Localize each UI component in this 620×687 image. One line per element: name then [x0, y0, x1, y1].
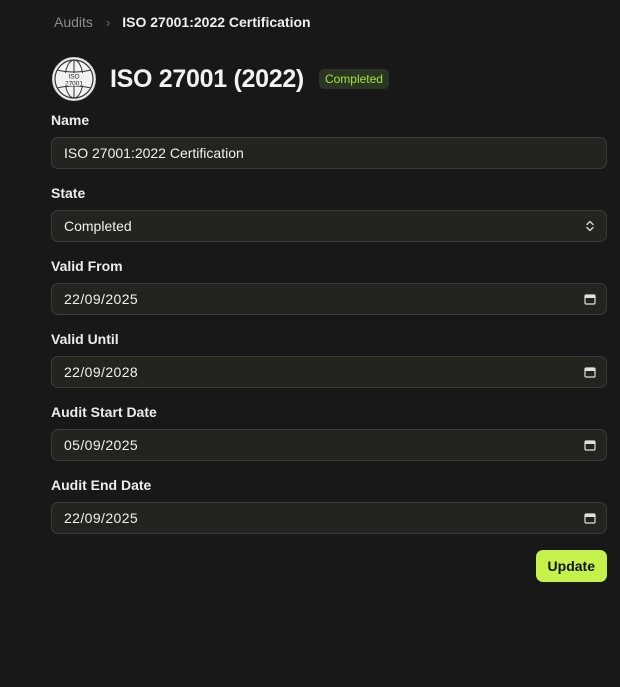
name-label: Name: [51, 112, 90, 128]
breadcrumb: Audits › ISO 27001:2022 Certification: [51, 12, 607, 32]
state-select-value: Completed: [64, 218, 132, 234]
audit-start-field-group: Audit Start Date 05/09/2025: [51, 404, 607, 461]
valid-until-field-group: Valid Until 22/09/2028: [51, 331, 607, 388]
chevron-up-down-icon: [583, 219, 597, 233]
audit-edit-page: Audits › ISO 27001:2022 Certification IS…: [0, 12, 620, 687]
valid-until-date-input[interactable]: 22/09/2028: [51, 356, 607, 388]
state-field-group: State Completed: [51, 185, 607, 242]
audit-end-label: Audit End Date: [51, 477, 152, 493]
chevron-right-icon: ›: [105, 14, 111, 30]
iso-globe-icon: ISO 27001: [52, 57, 96, 101]
valid-from-label: Valid From: [51, 258, 123, 274]
breadcrumb-current: ISO 27001:2022 Certification: [122, 14, 311, 30]
logo-line2: 27001: [65, 81, 83, 88]
audit-start-label: Audit Start Date: [51, 404, 157, 420]
calendar-icon[interactable]: [583, 511, 597, 525]
audit-start-value: 05/09/2025: [64, 437, 139, 453]
breadcrumb-link-audits[interactable]: Audits: [54, 14, 93, 30]
calendar-icon[interactable]: [583, 438, 597, 452]
audit-end-value: 22/09/2025: [64, 510, 139, 526]
state-label: State: [51, 185, 86, 201]
valid-from-field-group: Valid From 22/09/2025: [51, 258, 607, 315]
status-badge: Completed: [318, 69, 389, 89]
name-input-value: ISO 27001:2022 Certification: [64, 145, 244, 161]
page-header: ISO 27001 ISO 27001 (2022) Completed: [51, 55, 607, 103]
form-actions: Update: [51, 550, 607, 582]
audit-start-date-input[interactable]: 05/09/2025: [51, 429, 607, 461]
update-button[interactable]: Update: [535, 550, 607, 582]
valid-from-date-input[interactable]: 22/09/2025: [51, 283, 607, 315]
audit-end-field-group: Audit End Date 22/09/2025: [51, 477, 607, 534]
state-select[interactable]: Completed: [51, 210, 607, 242]
calendar-icon[interactable]: [583, 365, 597, 379]
logo-line1: ISO: [68, 74, 79, 81]
name-field-group: Name ISO 27001:2022 Certification: [51, 112, 607, 169]
page-title: ISO 27001 (2022): [110, 64, 304, 93]
audit-form: Name ISO 27001:2022 Certification State …: [51, 112, 607, 582]
valid-until-value: 22/09/2028: [64, 364, 139, 380]
calendar-icon[interactable]: [583, 292, 597, 306]
audit-end-date-input[interactable]: 22/09/2025: [51, 502, 607, 534]
valid-from-value: 22/09/2025: [64, 291, 139, 307]
name-input[interactable]: ISO 27001:2022 Certification: [51, 137, 607, 169]
valid-until-label: Valid Until: [51, 331, 119, 347]
